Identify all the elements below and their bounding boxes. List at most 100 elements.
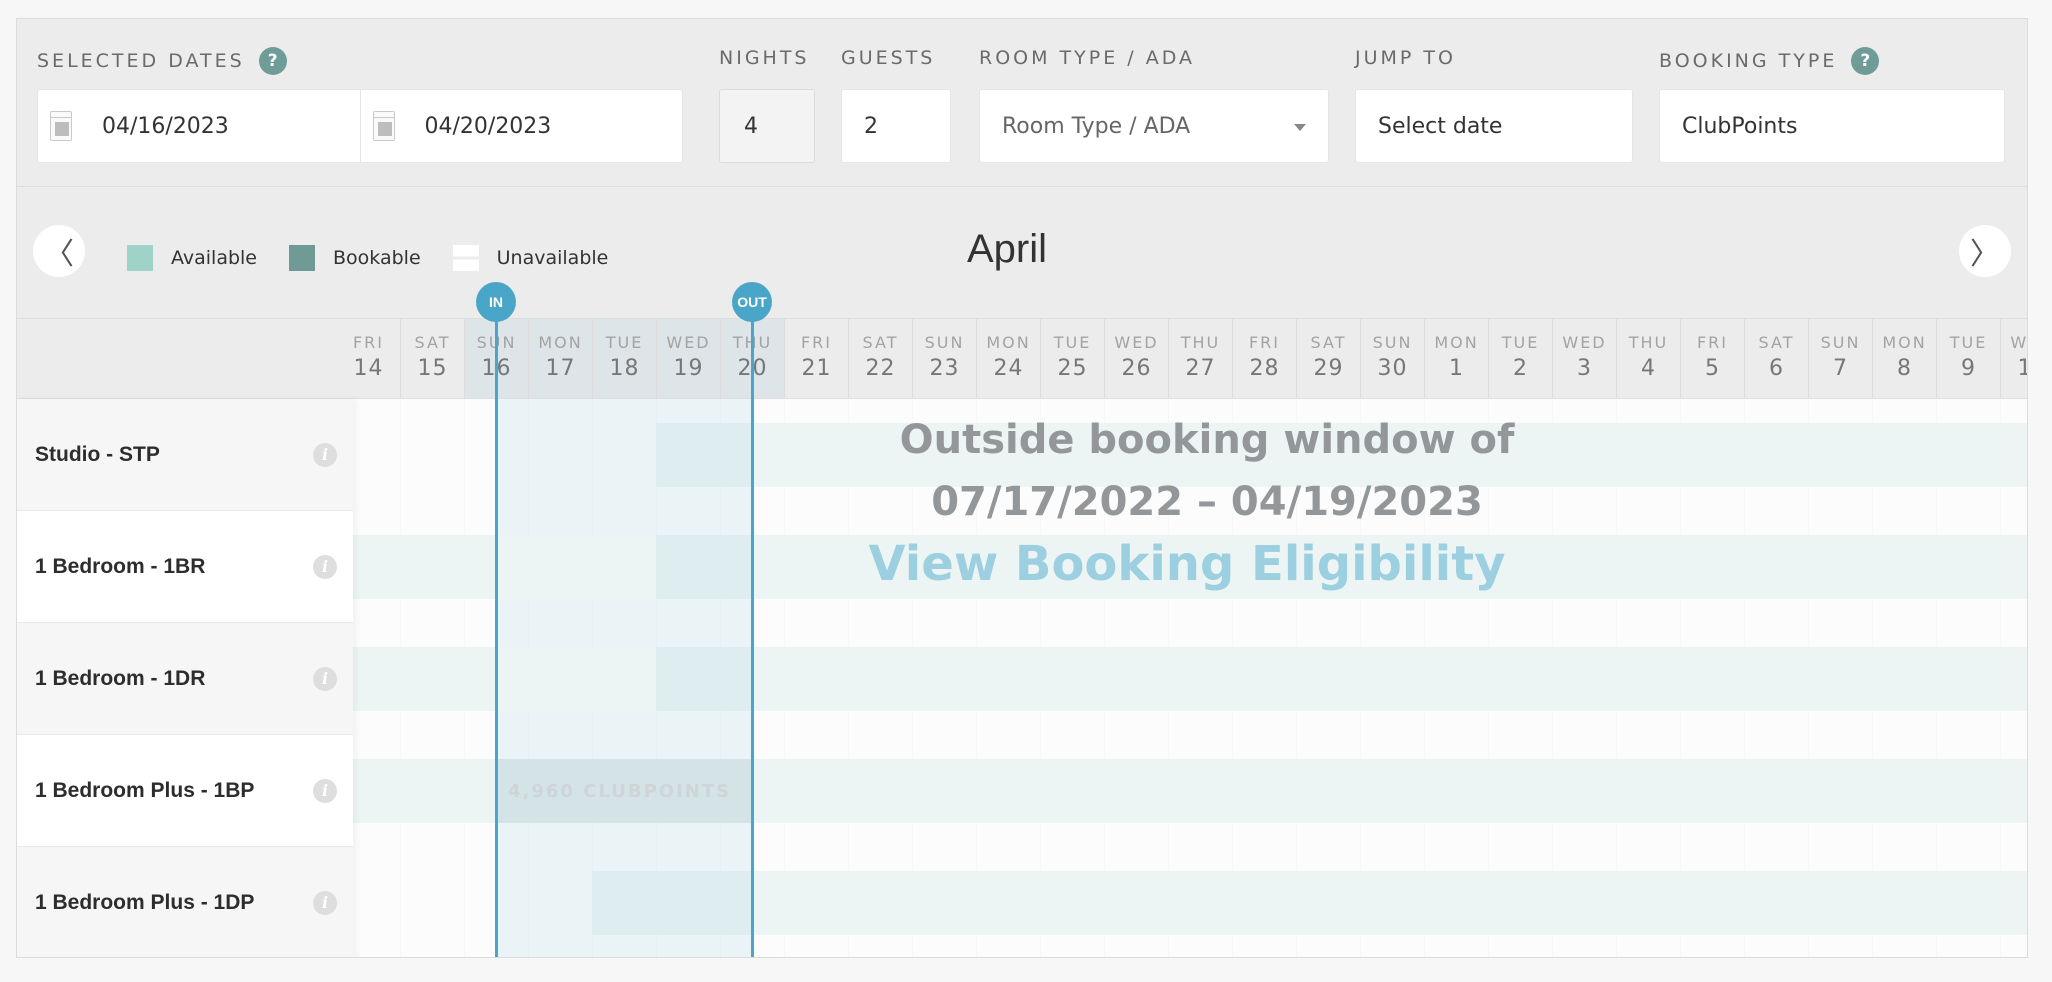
guests-value: 2 — [864, 113, 878, 139]
info-icon[interactable]: i — [313, 778, 337, 803]
check-in-date-input[interactable]: 04/16/2023 — [38, 90, 360, 162]
day-number: 18 — [609, 356, 640, 381]
nights-field: 4 — [719, 89, 815, 163]
day-number: 2 — [1513, 356, 1528, 381]
room-type-select[interactable]: Room Type / ADA — [979, 89, 1329, 163]
booking-window-dates: 07/17/2022 – 04/19/2023 — [931, 479, 1483, 525]
calendar-icon — [50, 111, 72, 141]
day-column-header[interactable]: THU 4 — [1616, 319, 1680, 398]
day-columns: FRI14SAT15SUN16MON17TUE18WED19THU20FRI21… — [353, 319, 2027, 398]
room-type-row[interactable]: 1 Bedroom Plus - 1BP i — [17, 735, 353, 847]
day-number: 21 — [801, 356, 832, 381]
next-month-button[interactable]: 〉 — [1959, 225, 2011, 277]
day-column-header[interactable]: SAT 15 — [400, 319, 464, 398]
day-column-header[interactable]: WED 19 — [656, 319, 720, 398]
day-column-header[interactable]: FRI 14 — [353, 319, 400, 398]
nights-value: 4 — [744, 113, 758, 139]
day-number: 27 — [1185, 356, 1216, 381]
room-type-row[interactable]: 1 Bedroom - 1DR i — [17, 623, 353, 735]
day-number: 6 — [1769, 356, 1784, 381]
legend-swatch — [289, 245, 316, 271]
day-number: 23 — [929, 356, 960, 381]
day-column-header[interactable]: THU 27 — [1168, 319, 1232, 398]
room-type-row[interactable]: 1 Bedroom Plus - 1DP i — [17, 847, 353, 957]
info-icon[interactable]: i — [313, 554, 337, 579]
day-column-header[interactable]: WED 26 — [1104, 319, 1168, 398]
day-of-week: WED — [1114, 333, 1159, 352]
legend-swatch — [127, 245, 153, 271]
booking-type-select[interactable]: ClubPoints — [1659, 89, 2005, 163]
day-column-header[interactable]: SAT 6 — [1744, 319, 1808, 398]
legend-swatch — [452, 245, 479, 271]
day-column-header[interactable]: WED 3 — [1552, 319, 1616, 398]
day-column-header[interactable]: SAT 29 — [1296, 319, 1360, 398]
availability-lane — [353, 623, 2027, 735]
booking-window-message: Outside booking window of 07/17/2022 – 0… — [717, 409, 1697, 595]
day-of-week: SUN — [1372, 333, 1413, 352]
legend-label: Bookable — [333, 247, 421, 269]
day-column-header[interactable]: SUN 7 — [1808, 319, 1872, 398]
day-number: 9 — [1961, 356, 1976, 381]
day-of-week: FRI — [1248, 333, 1281, 352]
check-out-date-value: 04/20/2023 — [424, 113, 552, 139]
day-of-week: THU — [1180, 333, 1221, 352]
legend-item-unavailable: Unavailable — [452, 245, 608, 271]
booking-calendar-panel: Selected Dates ? 04/16/2023 04/20/2023 N… — [16, 18, 2028, 958]
jump-to-date-input[interactable]: Select date — [1355, 89, 1633, 163]
day-number: 4 — [1641, 356, 1656, 381]
day-column-header[interactable]: FRI 21 — [784, 319, 848, 398]
room-type-row[interactable]: 1 Bedroom - 1BR i — [17, 511, 353, 623]
view-booking-eligibility-link[interactable]: View Booking Eligibility — [869, 533, 1506, 595]
day-column-header[interactable]: FRI 5 — [1680, 319, 1744, 398]
day-column-header[interactable]: SUN 23 — [912, 319, 976, 398]
check-in-marker[interactable]: IN — [476, 282, 516, 322]
room-type-name: 1 Bedroom - 1BR — [35, 554, 206, 578]
day-column-header[interactable]: WED 10 — [2000, 319, 2027, 398]
chevron-left-icon: 〈 — [44, 237, 74, 272]
calendar-icon — [372, 111, 395, 141]
day-number: 22 — [865, 356, 896, 381]
previous-month-button[interactable]: 〈 — [33, 225, 85, 277]
day-of-week: WED — [666, 333, 711, 352]
day-column-header[interactable]: FRI 28 — [1232, 319, 1296, 398]
day-column-header[interactable]: MON 17 — [528, 319, 592, 398]
day-of-week: MON — [986, 333, 1031, 352]
help-icon[interactable]: ? — [258, 47, 287, 75]
room-type-row[interactable]: Studio - STP i — [17, 399, 353, 511]
info-icon[interactable]: i — [313, 442, 337, 467]
legend-label: Available — [171, 247, 258, 269]
booking-bar[interactable] — [592, 871, 752, 935]
day-number: 15 — [417, 356, 448, 381]
chevron-down-icon — [1294, 124, 1306, 131]
month-title: April — [967, 227, 1048, 271]
day-column-header[interactable]: TUE 2 — [1488, 319, 1552, 398]
help-icon[interactable]: ? — [1851, 47, 1880, 75]
room-type-name: Studio - STP — [35, 442, 160, 466]
booking-bar[interactable] — [656, 647, 752, 711]
day-number: 8 — [1897, 356, 1912, 381]
day-column-header[interactable]: MON 24 — [976, 319, 1040, 398]
info-icon[interactable]: i — [313, 890, 337, 915]
day-of-week: MON — [1434, 333, 1479, 352]
day-column-header[interactable]: TUE 18 — [592, 319, 656, 398]
legend: Available Bookable Unavailable — [127, 245, 640, 271]
day-column-header[interactable]: SUN 30 — [1360, 319, 1424, 398]
info-icon[interactable]: i — [313, 666, 337, 691]
calendar-nav-row: 〈 Available Bookable Unavailable April 〉 — [17, 187, 2027, 318]
day-column-header[interactable]: TUE 9 — [1936, 319, 2000, 398]
day-of-week: SAT — [414, 333, 451, 352]
room-type-list: Studio - STP i 1 Bedroom - 1BR i 1 Bedroom -… — [17, 399, 353, 957]
day-number: 24 — [993, 356, 1024, 381]
day-column-header[interactable]: MON 1 — [1424, 319, 1488, 398]
day-column-header[interactable]: MON 8 — [1872, 319, 1936, 398]
day-number: 1 — [1449, 356, 1464, 381]
room-type-label: Room Type / ADA — [979, 47, 1195, 69]
guests-input[interactable]: 2 — [841, 89, 951, 163]
day-of-week: WED — [1562, 333, 1607, 352]
day-of-week: MON — [1882, 333, 1927, 352]
day-of-week: SUN — [1820, 333, 1861, 352]
check-out-marker[interactable]: OUT — [732, 282, 772, 322]
day-column-header[interactable]: SAT 22 — [848, 319, 912, 398]
check-out-date-input[interactable]: 04/20/2023 — [359, 90, 683, 162]
day-column-header[interactable]: TUE 25 — [1040, 319, 1104, 398]
